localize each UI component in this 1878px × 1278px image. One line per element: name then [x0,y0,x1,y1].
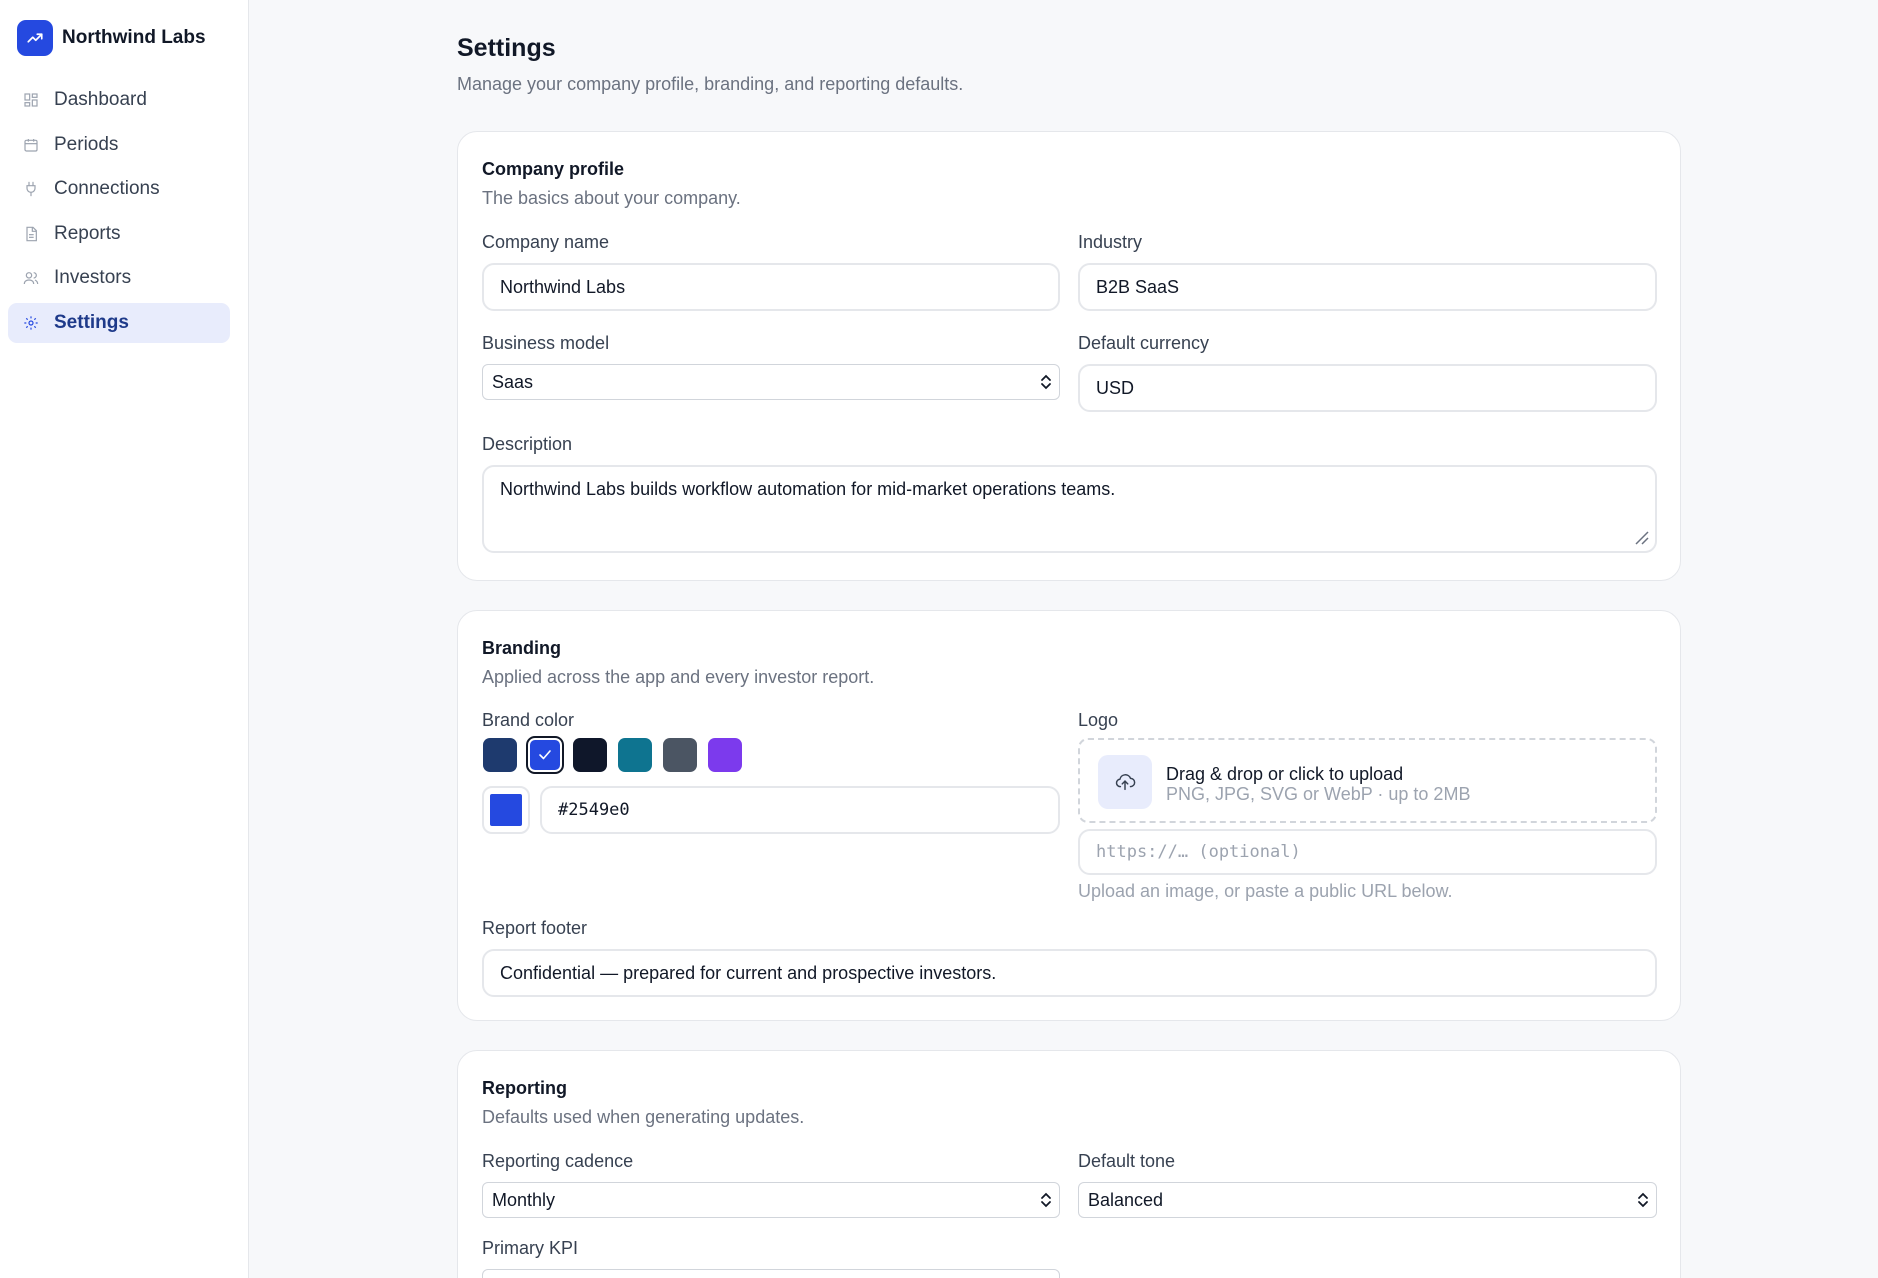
swatch-purple[interactable] [708,738,742,772]
industry-input[interactable]: B2B SaaS [1078,263,1657,311]
branding-card: Branding Applied across the app and ever… [457,610,1681,1021]
gear-icon [22,314,40,332]
swatch-blue[interactable] [526,736,564,774]
business-model-value: Saas [492,371,534,392]
page-title: Settings [457,34,556,62]
brand-name: Northwind Labs [62,27,206,48]
reporting-card: Reporting Defaults used when generating … [457,1050,1681,1278]
primary-kpi-select[interactable] [482,1269,1060,1278]
sidebar-item-label: Connections [54,178,160,199]
tone-select[interactable]: Balanced [1078,1182,1657,1218]
check-icon [539,750,551,760]
cadence-value: Monthly [492,1189,556,1210]
card-title: Reporting [482,1078,567,1098]
company-profile-card: Company profile The basics about your co… [457,131,1681,581]
color-preview-fill [490,794,522,826]
dropzone-title: Drag & drop or click to upload [1166,764,1404,784]
upload-cloud-icon [1098,755,1152,809]
sidebar: Northwind Labs Dashboard Periods Connect… [0,0,249,1278]
sidebar-nav: Dashboard Periods Connections Reports In… [8,80,230,347]
document-icon [22,225,40,243]
sidebar-item-label: Settings [54,311,129,333]
hex-color-value: #2549e0 [558,800,630,820]
sidebar-item-label: Investors [54,267,132,288]
company-name-label: Company name [482,232,610,252]
sidebar-item-label: Dashboard [54,89,147,110]
brand[interactable]: Northwind Labs [17,20,206,56]
swatch-black[interactable] [573,738,607,772]
sidebar-item-periods[interactable]: Periods [8,125,230,165]
sidebar-item-connections[interactable]: Connections [8,169,230,209]
sidebar-item-settings[interactable]: Settings [8,302,230,343]
card-subtitle: Defaults used when generating updates. [482,1107,805,1127]
currency-label: Default currency [1078,333,1210,353]
report-footer-value: Confidential — prepared for current and … [500,962,997,983]
sidebar-item-label: Reports [54,222,121,244]
logo-url-placeholder: https://… (optional) [1096,842,1301,862]
trending-up-icon [17,20,53,56]
card-title: Branding [482,638,561,658]
hex-color-input[interactable]: #2549e0 [540,786,1060,834]
description-value: Northwind Labs builds workflow automatio… [500,479,1116,499]
company-name-value: Northwind Labs [500,276,626,297]
currency-value: USD [1096,377,1135,398]
plug-icon [22,180,40,198]
report-footer-label: Report footer [482,918,588,938]
cadence-label: Reporting cadence [482,1151,634,1171]
sidebar-item-reports[interactable]: Reports [8,214,230,254]
currency-input[interactable]: USD [1078,364,1657,412]
logo-label: Logo [1078,710,1119,730]
business-model-select[interactable]: Saas [482,364,1060,400]
sidebar-item-dashboard[interactable]: Dashboard [8,80,230,120]
logo-help-text: Upload an image, or paste a public URL b… [1078,881,1453,901]
sidebar-item-investors[interactable]: Investors [8,258,230,298]
card-subtitle: Applied across the app and every investo… [482,667,875,687]
swatch-slate[interactable] [663,738,697,772]
cadence-select[interactable]: Monthly [482,1182,1060,1218]
chevron-updown-icon [1041,374,1051,390]
dropzone-subtitle: PNG, JPG, SVG or WebP · up to 2MB [1166,784,1471,804]
company-name-input[interactable]: Northwind Labs [482,263,1060,311]
color-picker-button[interactable] [482,786,530,834]
page-subtitle: Manage your company profile, branding, a… [457,74,964,94]
industry-label: Industry [1078,232,1143,252]
users-icon [22,269,40,287]
chevron-updown-icon [1638,1192,1648,1208]
description-label: Description [482,434,573,454]
report-footer-input[interactable]: Confidential — prepared for current and … [482,949,1657,997]
brand-color-label: Brand color [482,710,575,730]
card-subtitle: The basics about your company. [482,188,741,208]
tone-value: Balanced [1088,1189,1164,1210]
resize-handle-icon[interactable] [1633,529,1649,545]
description-textarea[interactable]: Northwind Labs builds workflow automatio… [482,465,1657,553]
logo-url-input[interactable]: https://… (optional) [1078,829,1657,875]
industry-value: B2B SaaS [1096,276,1180,297]
swatch-teal[interactable] [618,738,652,772]
sidebar-item-label: Periods [54,133,119,155]
chevron-updown-icon [1041,1192,1051,1208]
logo-dropzone[interactable]: Drag & drop or click to upload PNG, JPG,… [1078,738,1657,823]
tone-label: Default tone [1078,1151,1176,1171]
calendar-icon [22,136,40,154]
card-title: Company profile [482,159,625,179]
grid-icon [22,91,40,109]
swatch-navy[interactable] [483,738,517,772]
business-model-label: Business model [482,333,610,353]
primary-kpi-label: Primary KPI [482,1238,579,1258]
